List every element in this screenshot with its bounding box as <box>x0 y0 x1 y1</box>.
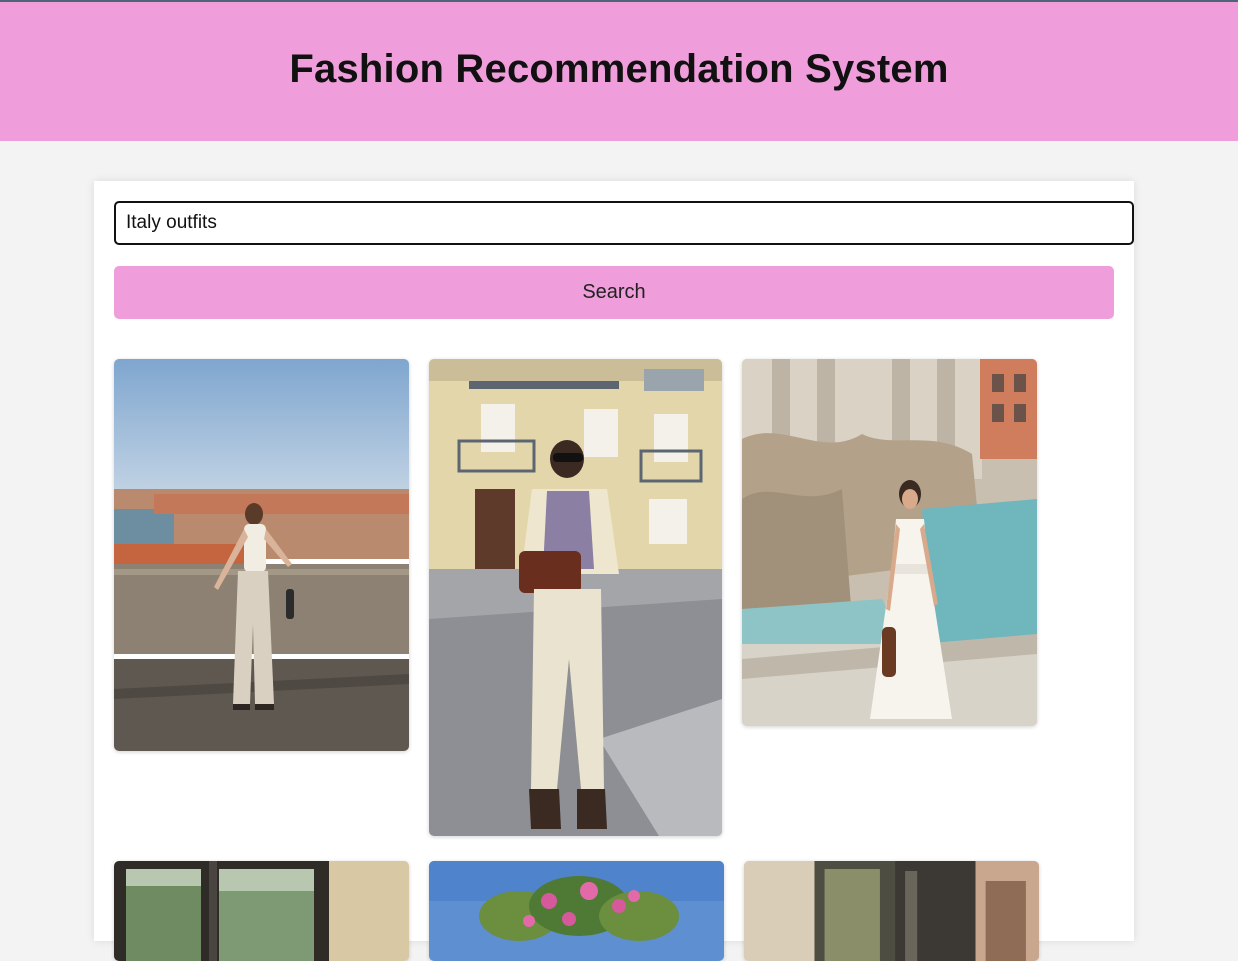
outfit-photo-porto-white-vest <box>114 359 409 751</box>
result-image-card[interactable] <box>744 861 1039 961</box>
search-input[interactable] <box>114 201 1134 245</box>
outfit-photo-striped-shirt-brown-bag <box>429 359 722 836</box>
outfit-photo-stone-alley <box>744 861 1039 961</box>
search-panel: Search <box>94 181 1134 961</box>
app-header: Fashion Recommendation System <box>0 2 1238 141</box>
outfit-photo-bougainvillea <box>429 861 724 961</box>
result-image-card[interactable] <box>114 359 409 751</box>
result-image-card[interactable] <box>429 359 722 836</box>
result-image-card[interactable] <box>114 861 409 961</box>
result-image-card[interactable] <box>742 359 1037 726</box>
page-title: Fashion Recommendation System <box>289 47 949 91</box>
result-image-card[interactable] <box>429 861 724 961</box>
outfit-photo-window-interior <box>114 861 409 961</box>
outfit-photo-trevi-fountain-white-dress <box>742 359 1037 726</box>
search-button[interactable]: Search <box>114 266 1114 319</box>
